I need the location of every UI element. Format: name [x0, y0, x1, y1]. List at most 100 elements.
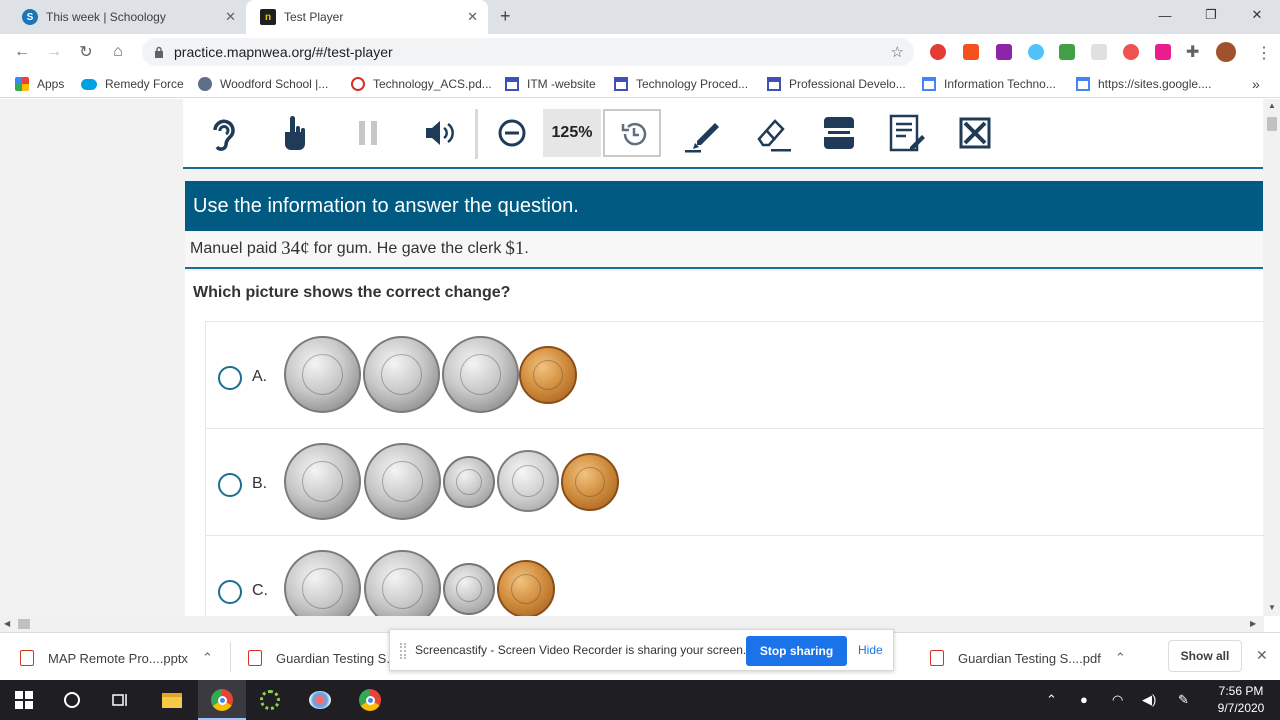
new-tab-button[interactable]: +	[500, 6, 511, 27]
answer-eliminator-icon[interactable]	[275, 113, 315, 153]
download-item[interactable]: Guardian Testing S....pdf ⌃	[930, 650, 1126, 666]
quarter-coin	[284, 550, 361, 616]
scroll-down-icon[interactable]: ▼	[1268, 603, 1276, 612]
option-label: C.	[252, 582, 268, 599]
answer-masking-icon[interactable]	[955, 113, 995, 153]
menu-icon[interactable]: ⋮	[1256, 43, 1272, 63]
instruction-banner: Use the information to answer the questi…	[185, 181, 1263, 231]
penny-coin	[561, 453, 619, 511]
extension-icon[interactable]	[1155, 44, 1171, 60]
radio-button[interactable]	[218, 366, 242, 390]
restore-icon[interactable]: ❐	[1188, 0, 1234, 30]
answer-option-a[interactable]: A.	[206, 322, 1264, 429]
minimize-icon[interactable]: —	[1142, 0, 1188, 30]
loading-app-icon[interactable]	[258, 688, 282, 712]
pen-icon[interactable]: ✎	[1178, 692, 1189, 708]
wifi-icon[interactable]: ◠	[1112, 692, 1123, 708]
test-player-toolbar: 125%	[183, 99, 1263, 169]
penny-coin	[497, 560, 555, 616]
tab-schoology[interactable]: S This week | Schoology ✕	[8, 0, 246, 34]
bookmark-woodford[interactable]: Woodford School |...	[198, 76, 328, 92]
scroll-thumb[interactable]	[18, 619, 30, 629]
listen-icon[interactable]	[203, 113, 243, 153]
home-icon[interactable]: ⌂	[107, 42, 129, 62]
answer-option-b[interactable]: B.	[206, 429, 1264, 536]
show-all-button[interactable]: Show all	[1168, 640, 1242, 672]
drag-handle[interactable]	[400, 643, 406, 659]
close-icon[interactable]: ✕	[225, 9, 236, 25]
download-divider	[230, 642, 231, 672]
line-reader-icon[interactable]	[819, 113, 859, 153]
tab-test-player[interactable]: n Test Player ✕	[246, 0, 488, 34]
tray-chevron-up-icon[interactable]: ⌃	[1046, 692, 1057, 708]
circle-icon	[351, 77, 365, 91]
salesforce-cloud-icon	[81, 78, 97, 90]
zoom-out-icon[interactable]	[492, 113, 532, 153]
window-close-icon[interactable]: ✕	[1234, 0, 1280, 30]
extension-icon[interactable]	[1123, 44, 1139, 60]
bookmarks-overflow-button[interactable]: »	[1252, 76, 1260, 92]
download-item[interactable]: Guardian Testing S...	[248, 650, 397, 666]
bookmark-remedy-force[interactable]: Remedy Force	[81, 76, 184, 92]
task-view-icon[interactable]	[108, 688, 132, 712]
radio-button[interactable]	[218, 580, 242, 604]
notepad-icon[interactable]	[888, 113, 928, 153]
windows-start-icon[interactable]	[12, 688, 36, 712]
extension-icon[interactable]	[1091, 44, 1107, 60]
bookmark-itm-website[interactable]: ITM -website	[505, 76, 596, 92]
address-bar[interactable]: practice.mapnwea.org/#/test-player ☆	[142, 38, 914, 66]
system-clock[interactable]: 7:56 PM 9/7/2020	[1208, 683, 1274, 717]
speaker-icon[interactable]: ◀)	[1142, 692, 1156, 708]
bookmark-professional-develo[interactable]: Professional Develo...	[767, 76, 906, 92]
highlighter-icon[interactable]	[683, 113, 723, 153]
puzzle-icon[interactable]: ✚	[1186, 42, 1199, 62]
chevron-up-icon[interactable]: ⌃	[202, 650, 213, 666]
dime-coin	[443, 456, 495, 508]
tab-title: Test Player	[284, 10, 344, 24]
search-icon[interactable]	[60, 688, 84, 712]
tab-title: This week | Schoology	[46, 10, 166, 24]
bookmark-star-icon[interactable]: ☆	[891, 43, 904, 61]
volume-icon[interactable]	[420, 113, 460, 153]
radio-button[interactable]	[218, 473, 242, 497]
extension-icon[interactable]	[930, 44, 946, 60]
pause-icon[interactable]	[348, 113, 388, 153]
nwea-icon: n	[260, 9, 276, 25]
extension-icon[interactable]	[996, 44, 1012, 60]
download-item[interactable]: MAP Remote Pro....pptx ⌃	[20, 650, 213, 666]
eraser-icon[interactable]	[753, 113, 793, 153]
forward-icon[interactable]: →	[43, 42, 65, 62]
bookmark-technology-proced[interactable]: Technology Proced...	[614, 76, 748, 92]
page-content: 125% Use the information to answer the q…	[0, 99, 1264, 616]
answer-option-c[interactable]: C.	[206, 536, 1264, 616]
microphone-icon[interactable]: ●	[1080, 692, 1088, 707]
bookmark-technology-acs[interactable]: Technology_ACS.pd...	[351, 76, 492, 92]
paint-app-icon[interactable]	[308, 688, 332, 712]
hide-button[interactable]: Hide	[858, 643, 883, 657]
zoom-reset-button[interactable]	[603, 109, 661, 157]
chrome-icon[interactable]	[210, 688, 234, 712]
close-downloads-icon[interactable]: ✕	[1256, 647, 1268, 664]
avatar[interactable]	[1216, 42, 1236, 62]
file-explorer-icon[interactable]	[160, 688, 184, 712]
reload-icon[interactable]: ↻	[75, 42, 97, 62]
quarter-coin	[284, 336, 361, 413]
extension-icon[interactable]	[963, 44, 979, 60]
close-icon[interactable]: ✕	[467, 9, 478, 25]
scroll-right-icon[interactable]: ▶	[1250, 619, 1256, 628]
vertical-scrollbar[interactable]: ▲ ▼	[1264, 99, 1280, 616]
scroll-thumb[interactable]	[1267, 117, 1277, 131]
scroll-left-icon[interactable]: ◀	[4, 619, 10, 628]
bookmark-sites-google[interactable]: https://sites.google....	[1076, 76, 1211, 92]
back-icon[interactable]: ←	[11, 42, 33, 62]
chevron-up-icon[interactable]: ⌃	[1115, 650, 1126, 666]
bookmark-information-techno[interactable]: Information Techno...	[922, 76, 1056, 92]
stop-sharing-button[interactable]: Stop sharing	[746, 636, 847, 666]
extension-icon[interactable]	[1028, 44, 1044, 60]
extension-icon[interactable]	[1059, 44, 1075, 60]
nickel-coin	[497, 450, 559, 512]
bookmark-apps[interactable]: Apps	[15, 76, 64, 92]
scroll-up-icon[interactable]: ▲	[1268, 101, 1276, 110]
windows-taskbar	[0, 680, 1280, 720]
chrome-icon[interactable]	[358, 688, 382, 712]
